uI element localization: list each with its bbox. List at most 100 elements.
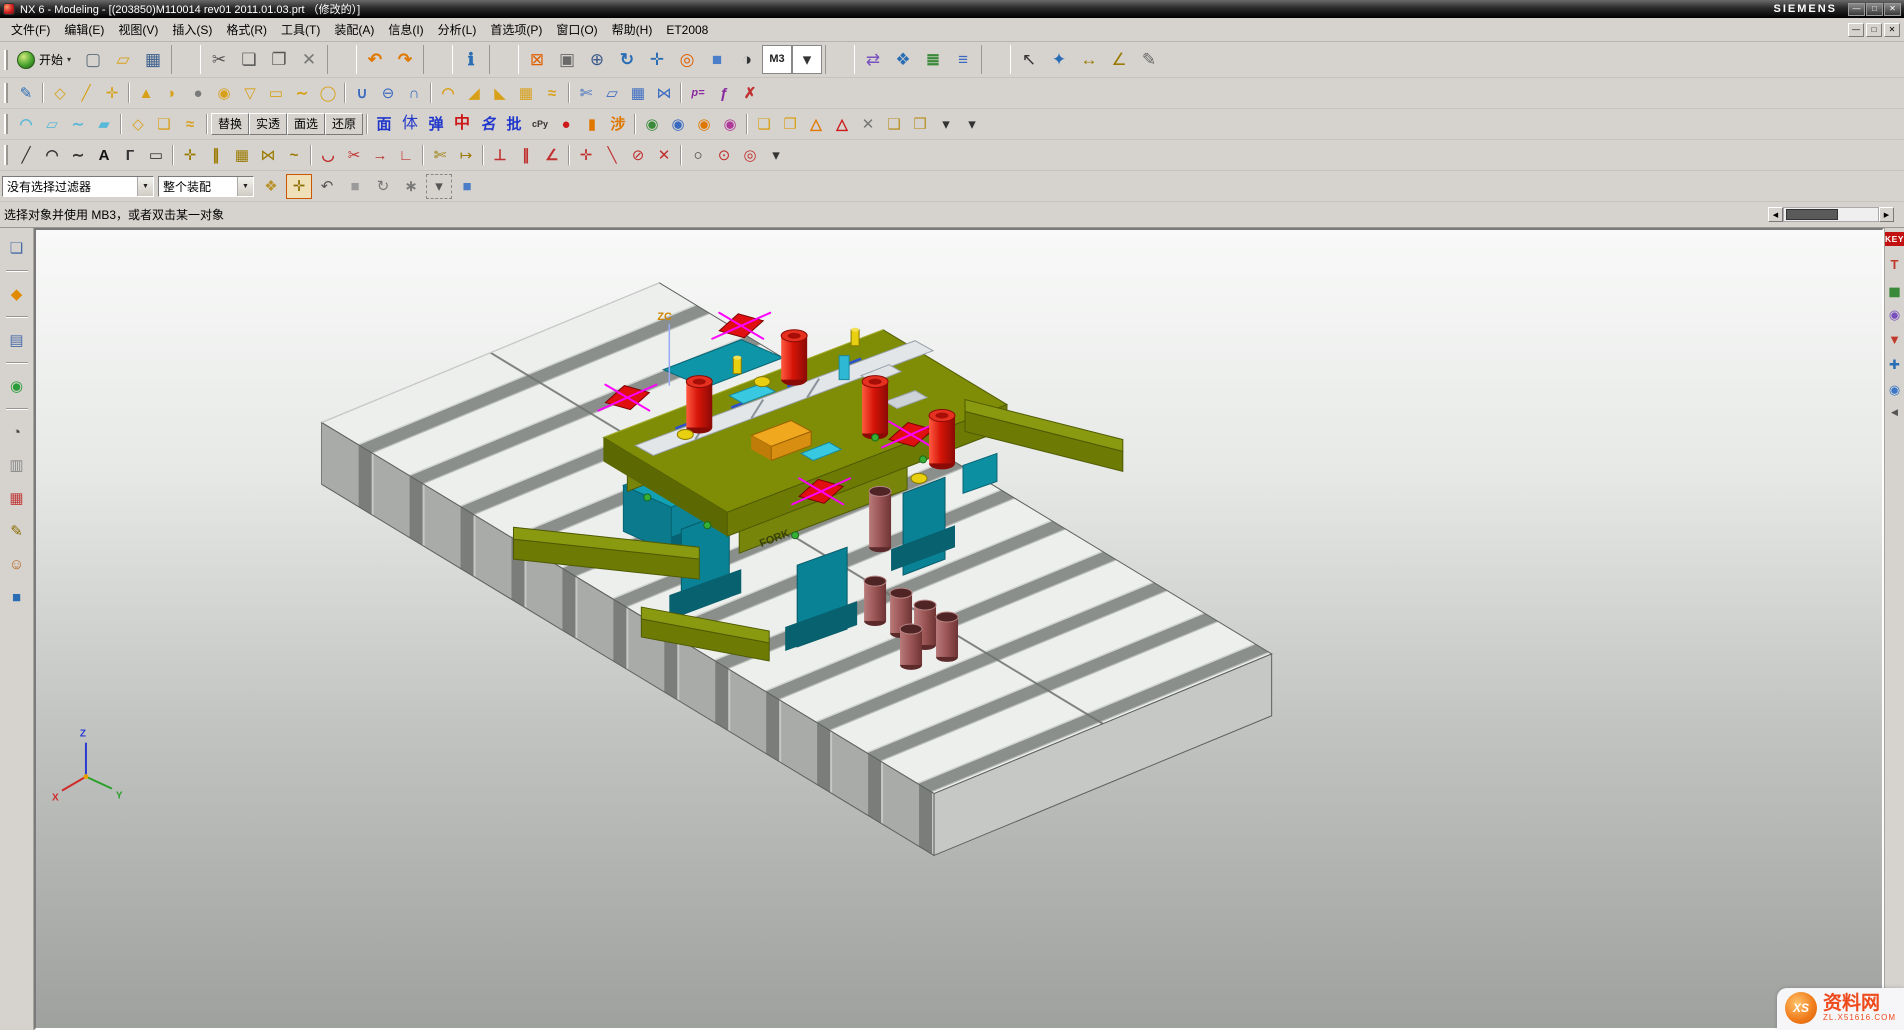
batch-char-button[interactable]: 批 — [501, 112, 527, 137]
zoom-in-out-button[interactable]: ⊕ — [582, 45, 612, 74]
copy-button[interactable]: ❏ — [234, 45, 264, 74]
cup-button[interactable]: ▮ — [579, 112, 605, 137]
intersect-button[interactable]: ∩ — [401, 81, 427, 106]
edit-object-display-button[interactable]: ✎ — [1134, 45, 1164, 74]
new-button[interactable]: ▢ — [78, 45, 108, 74]
circle-center-button[interactable]: ⊙ — [711, 143, 737, 168]
menu-insert[interactable]: 插入(S) — [165, 19, 219, 40]
menu-file[interactable]: 文件(F) — [4, 19, 57, 40]
measure-angle-button[interactable]: ∠ — [1104, 45, 1134, 74]
offset-surface-button[interactable]: ❏ — [151, 112, 177, 137]
hd3d-tools-button[interactable]: ▥ — [4, 453, 30, 477]
extract-body-button[interactable]: ❏ — [751, 112, 777, 137]
m3-button[interactable]: M3 — [762, 45, 792, 74]
profile-button[interactable]: Г — [117, 143, 143, 168]
chamfer-button[interactable]: ◢ — [461, 81, 487, 106]
quick-extend-button[interactable]: ↦ — [453, 143, 479, 168]
tube-button[interactable]: ◯ — [315, 81, 341, 106]
name-char-button[interactable]: 名 — [475, 112, 501, 137]
replace-button[interactable]: 替换 — [211, 113, 249, 135]
datum-plane-button[interactable]: ◇ — [47, 81, 73, 106]
quick-trim-button[interactable]: ✄ — [427, 143, 453, 168]
sew-button[interactable]: ≈ — [177, 112, 203, 137]
wave-link-button[interactable]: ❐ — [777, 112, 803, 137]
window-minimize-button[interactable]: — — [1848, 3, 1865, 16]
more-a-button[interactable]: ▾ — [933, 112, 959, 137]
trim-curve-button[interactable]: ✂ — [341, 143, 367, 168]
move-component-button[interactable]: ⇄ — [858, 45, 888, 74]
swept-surface-button[interactable]: ∼ — [65, 112, 91, 137]
visualization-button[interactable]: ▦ — [4, 486, 30, 510]
face-char-button[interactable]: 面 — [371, 112, 397, 137]
handles-button[interactable]: ∗ — [398, 174, 424, 199]
selection-scope-combo[interactable]: 整个装配 ▼ — [158, 176, 254, 197]
pad-button[interactable]: ▭ — [263, 81, 289, 106]
subtract-button[interactable]: ⊖ — [375, 81, 401, 106]
user-tools-button[interactable]: ☺ — [4, 552, 30, 576]
sweep-button[interactable]: ∼ — [289, 81, 315, 106]
edge-blend-button[interactable]: ◠ — [435, 81, 461, 106]
cross-tool-button[interactable]: ✚ — [1889, 358, 1900, 371]
assembly-navigator-button[interactable]: ❏ — [4, 236, 30, 260]
bridge-curve-button[interactable]: ~ — [281, 143, 307, 168]
cut-button[interactable]: ✂ — [204, 45, 234, 74]
history-button[interactable]: ◔ — [4, 420, 30, 444]
bounded-plane-button[interactable]: ◇ — [125, 112, 151, 137]
datum-axis-button[interactable]: ╱ — [73, 81, 99, 106]
revolve-button[interactable]: ◗ — [159, 81, 185, 106]
boss-button[interactable]: ◉ — [211, 81, 237, 106]
red-ball-button[interactable]: ● — [553, 112, 579, 137]
center-char-button[interactable]: 中 — [449, 112, 475, 137]
text-button[interactable]: A — [91, 143, 117, 168]
clipboard-paste-button[interactable]: ❒ — [907, 112, 933, 137]
more-curves-button[interactable]: ▾ — [763, 143, 789, 168]
redo-button[interactable]: ↷ — [390, 45, 420, 74]
materials-button[interactable]: ■ — [4, 585, 30, 609]
circle-3pt-button[interactable]: ◎ — [737, 143, 763, 168]
shaded-view-button[interactable]: ■ — [702, 45, 732, 74]
constraint-navigator-button[interactable]: ◆ — [4, 282, 30, 306]
display-mode-button[interactable]: ◑ — [732, 45, 762, 74]
more-b-button[interactable]: ▾ — [959, 112, 985, 137]
snap-settings-button[interactable]: ❖ — [258, 174, 284, 199]
fillet-button[interactable]: ◡ — [315, 143, 341, 168]
start-menu-button[interactable]: 开始 ▾ — [13, 49, 78, 71]
expression-button[interactable]: p= — [685, 81, 711, 106]
body-char-button[interactable]: 体 — [397, 112, 423, 137]
intersection-point-button[interactable]: ✛ — [573, 143, 599, 168]
shell-button[interactable]: ▦ — [513, 81, 539, 106]
background-color-button[interactable]: ▾ — [792, 45, 822, 74]
roles-button[interactable]: ✎ — [4, 519, 30, 543]
pressure-cylinder[interactable] — [869, 486, 891, 552]
point-button[interactable]: ✛ — [177, 143, 203, 168]
window-close-button[interactable]: ✕ — [1884, 3, 1901, 16]
extend-button[interactable]: → — [367, 143, 393, 168]
pin-tool-button[interactable]: T — [1891, 258, 1899, 271]
funnel-tool-button[interactable]: ▼ — [1888, 333, 1901, 346]
pocket-button[interactable]: ▽ — [237, 81, 263, 106]
menu-format[interactable]: 格式(R) — [219, 19, 274, 40]
doc-close-button[interactable]: ✕ — [1884, 23, 1900, 37]
thicken-button[interactable]: ≈ — [539, 81, 565, 106]
snap-point-button[interactable]: ✛ — [286, 174, 312, 199]
chevron-down-icon[interactable]: ▼ — [237, 177, 253, 196]
scroll-left-button[interactable]: ◀ — [1768, 207, 1783, 222]
selection-filter-button[interactable]: ↖ — [1014, 45, 1044, 74]
paste-button[interactable]: ❐ — [264, 45, 294, 74]
rectangle-button[interactable]: ▭ — [143, 143, 169, 168]
window-maximize-button[interactable]: □ — [1866, 3, 1883, 16]
line-button[interactable]: ╱ — [13, 143, 39, 168]
tangent-button[interactable]: ⊘ — [625, 143, 651, 168]
update-warning-button[interactable]: △ — [829, 112, 855, 137]
clipboard-copy-button[interactable]: ❑ — [881, 112, 907, 137]
draft-button[interactable]: ◣ — [487, 81, 513, 106]
interference-button[interactable]: 涉 — [605, 112, 631, 137]
n-sided-surface-button[interactable]: ▰ — [91, 112, 117, 137]
pan-view-button[interactable]: ✛ — [642, 45, 672, 74]
arc-button[interactable]: ◠ — [39, 143, 65, 168]
trim-body-button[interactable]: ✄ — [573, 81, 599, 106]
menu-et2008[interactable]: ET2008 — [659, 21, 715, 39]
scrollbar-track[interactable] — [1783, 207, 1879, 222]
undo-selection-button[interactable]: ↶ — [314, 174, 340, 199]
restore-button[interactable]: 还原 — [325, 113, 363, 135]
